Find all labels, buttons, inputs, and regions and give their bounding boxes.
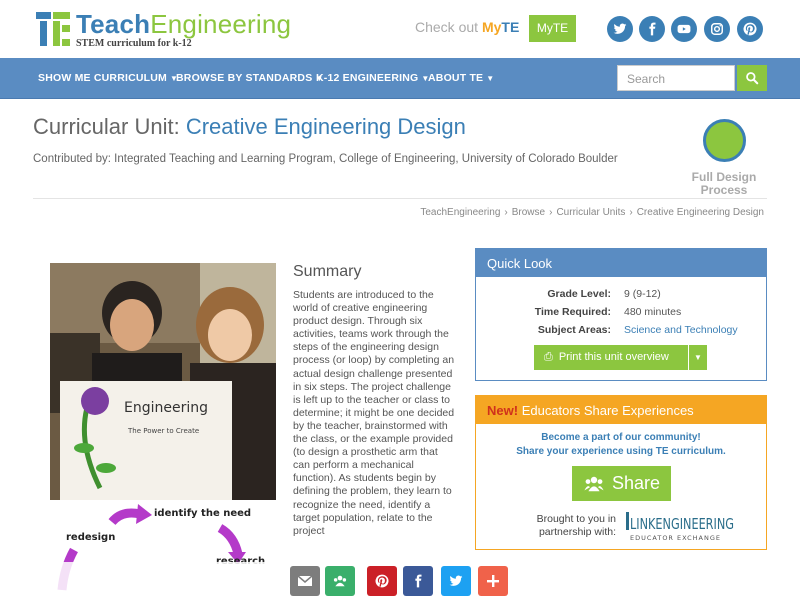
time-required-label: Time Required: bbox=[534, 306, 611, 318]
logo-teach: Teach bbox=[76, 9, 151, 39]
chevron-down-icon: ▼ bbox=[486, 74, 495, 83]
educators-heading: New! Educators Share Experiences bbox=[476, 396, 766, 424]
search-icon bbox=[746, 72, 759, 85]
breadcrumb: TeachEngineering › Browse › Curricular Units… bbox=[420, 207, 764, 218]
cycle-redesign: redesign bbox=[66, 532, 115, 543]
email-icon[interactable] bbox=[290, 566, 320, 596]
breadcrumb-item[interactable]: Curricular Units bbox=[556, 207, 625, 218]
new-badge: New! bbox=[487, 403, 519, 418]
full-design-process-icon[interactable] bbox=[703, 119, 746, 162]
breadcrumb-item[interactable]: Browse bbox=[512, 207, 545, 218]
myte-promo-text: Check out MyTE bbox=[415, 19, 519, 35]
poster-subtitle: The Power to Create bbox=[127, 427, 199, 435]
facebook-icon[interactable] bbox=[403, 566, 433, 596]
grade-level-label: Grade Level: bbox=[547, 288, 611, 300]
site-header: TeachEngineering STEM curriculum for k-1… bbox=[0, 0, 800, 58]
facebook-icon[interactable] bbox=[639, 16, 665, 42]
summary-heading: Summary bbox=[293, 263, 362, 280]
te-logo-mark-icon bbox=[36, 12, 70, 46]
breadcrumb-separator-icon: › bbox=[504, 207, 508, 218]
partner-logo-main: LINKENGINEERING bbox=[630, 515, 734, 533]
contributed-by: Contributed by: Integrated Teaching and … bbox=[33, 153, 618, 165]
grade-level-value: 9 (9-12) bbox=[624, 288, 661, 300]
educators-share-panel: New! Educators Share Experiences Become … bbox=[475, 395, 767, 550]
nav-label: BROWSE BY STANDARDS bbox=[176, 72, 313, 84]
share-button-label: Share bbox=[612, 473, 661, 493]
floating-share-bar bbox=[0, 562, 800, 600]
community-invite: Become a part of our community! bbox=[541, 432, 701, 443]
linkengineering-logo[interactable]: LINKENGINEERING EDUCATOR EXCHANGE bbox=[626, 509, 738, 543]
divider bbox=[33, 198, 767, 199]
quick-look-panel: Quick Look Grade Level: 9 (9-12) Time Re… bbox=[475, 248, 767, 381]
share-icon[interactable] bbox=[325, 566, 355, 596]
unit-name: Creative Engineering Design bbox=[185, 114, 466, 139]
pinterest-icon[interactable] bbox=[737, 16, 763, 42]
poster-title: Engineering bbox=[124, 400, 208, 416]
pinterest-icon[interactable] bbox=[367, 566, 397, 596]
time-required-value: 480 minutes bbox=[624, 306, 682, 318]
nav-about-te[interactable]: ABOUT TE ▼ bbox=[428, 72, 494, 84]
nav-label: SHOW ME CURRICULUM bbox=[38, 72, 168, 84]
logo-text: TeachEngineering bbox=[76, 10, 291, 38]
chevron-down-icon: ▼ bbox=[694, 353, 702, 362]
logo-engineering: Engineering bbox=[150, 9, 292, 39]
print-options-dropdown[interactable]: ▼ bbox=[689, 345, 707, 370]
youtube-icon[interactable] bbox=[671, 16, 697, 42]
nav-k12-engineering[interactable]: K-12 ENGINEERING ▼ bbox=[316, 72, 430, 84]
nav-label: ABOUT TE bbox=[428, 72, 484, 84]
plus-icon[interactable] bbox=[478, 566, 508, 596]
unit-photo: Engineering The Power to Create bbox=[50, 263, 276, 500]
cycle-identify-need: identify the need bbox=[154, 508, 251, 519]
share-button[interactable]: Share bbox=[572, 466, 671, 501]
partnership-text: Brought to you in partnership with: bbox=[536, 513, 616, 538]
breadcrumb-item-current: Creative Engineering Design bbox=[636, 207, 764, 218]
checkout-te: TE bbox=[501, 19, 520, 35]
page-title: Curricular Unit: Creative Engineering De… bbox=[33, 114, 466, 140]
twitter-icon[interactable] bbox=[607, 16, 633, 42]
nav-show-me-curriculum[interactable]: SHOW ME CURRICULUM ▼ bbox=[38, 72, 178, 84]
quick-look-heading: Quick Look bbox=[476, 249, 766, 277]
title-prefix: Curricular Unit: bbox=[33, 114, 180, 139]
print-unit-button[interactable]: ⎙ Print this unit overview bbox=[534, 345, 688, 370]
main-nav: SHOW ME CURRICULUM ▼ BROWSE BY STANDARDS ▼… bbox=[0, 58, 800, 99]
educators-title: Educators Share Experiences bbox=[521, 403, 694, 418]
logo-tagline: STEM curriculum for k-12 bbox=[76, 38, 192, 49]
search-input[interactable]: Search bbox=[617, 65, 735, 91]
print-button-label: Print this unit overview bbox=[558, 351, 669, 363]
design-process-label[interactable]: Full Design Process bbox=[684, 171, 764, 197]
search-button[interactable] bbox=[737, 65, 767, 91]
breadcrumb-separator-icon: › bbox=[629, 207, 633, 218]
breadcrumb-separator-icon: › bbox=[549, 207, 553, 218]
checkout-my: My bbox=[481, 19, 502, 35]
myte-button[interactable]: MyTE bbox=[529, 15, 576, 42]
breadcrumb-item[interactable]: TeachEngineering bbox=[420, 207, 500, 218]
print-icon: ⎙ bbox=[544, 351, 553, 363]
instagram-icon[interactable] bbox=[704, 16, 730, 42]
checkout-prefix: Check out bbox=[415, 19, 479, 35]
nav-browse-by-standards[interactable]: BROWSE BY STANDARDS ▼ bbox=[176, 72, 324, 84]
summary-text: Students are introduced to the world of … bbox=[293, 289, 455, 537]
twitter-icon[interactable] bbox=[441, 566, 471, 596]
partner-logo-sub: EDUCATOR EXCHANGE bbox=[630, 534, 721, 542]
subject-areas-link[interactable]: Science and Technology bbox=[624, 324, 738, 336]
nav-label: K-12 ENGINEERING bbox=[316, 72, 419, 84]
share-experience-text: Share your experience using TE curriculu… bbox=[516, 446, 726, 457]
users-icon bbox=[584, 476, 604, 492]
subject-areas-label: Subject Areas: bbox=[537, 324, 611, 336]
teachengineering-logo[interactable]: TeachEngineering STEM curriculum for k-1… bbox=[36, 10, 296, 50]
